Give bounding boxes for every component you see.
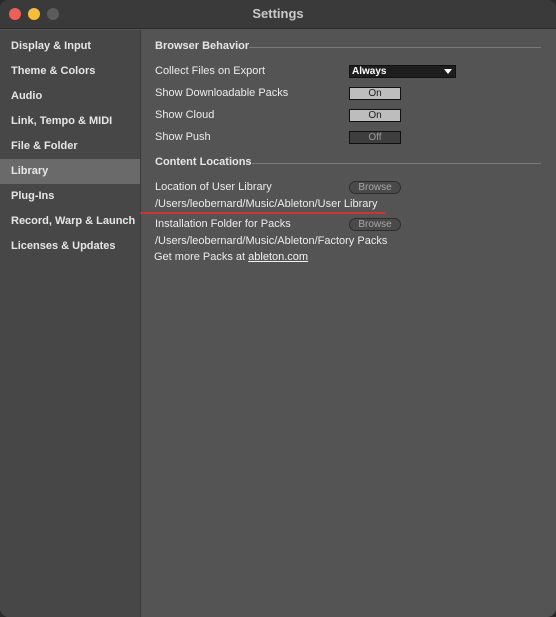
title-bar: Settings xyxy=(0,0,556,29)
collect-files-dropdown[interactable]: Always xyxy=(349,65,456,78)
user-library-path: /Users/leobernard/Music/Ableton/User Lib… xyxy=(155,198,378,210)
sidebar-item-library[interactable]: Library xyxy=(0,159,140,184)
sidebar-item-audio[interactable]: Audio xyxy=(0,84,140,109)
sidebar-item-licenses-updates[interactable]: Licenses & Updates xyxy=(0,234,140,259)
show-push-toggle[interactable]: Off xyxy=(349,131,401,144)
show-cloud-toggle[interactable]: On xyxy=(349,109,401,122)
window-title: Settings xyxy=(252,6,304,21)
browse-user-library-button[interactable]: Browse xyxy=(349,181,401,194)
section-divider xyxy=(249,47,541,48)
section-divider xyxy=(252,163,541,164)
user-library-label: Location of User Library xyxy=(155,181,272,193)
settings-window: Settings Display & Input Theme & Colors … xyxy=(0,0,556,617)
annotation-underline xyxy=(140,212,386,214)
sidebar-item-theme-colors[interactable]: Theme & Colors xyxy=(0,59,140,84)
show-cloud-label: Show Cloud xyxy=(155,109,215,121)
show-downloadable-packs-toggle[interactable]: On xyxy=(349,87,401,100)
sidebar-item-plug-ins[interactable]: Plug-Ins xyxy=(0,184,140,209)
get-more-packs-text: Get more Packs at ableton.com xyxy=(154,251,308,263)
section-heading-browser-behavior: Browser Behavior xyxy=(155,40,250,52)
sidebar: Display & Input Theme & Colors Audio Lin… xyxy=(0,30,141,617)
library-settings-panel: Browser Behavior Collect Files on Export… xyxy=(141,30,556,617)
packs-folder-label: Installation Folder for Packs xyxy=(155,218,291,230)
get-more-packs-prefix: Get more Packs at xyxy=(154,251,249,263)
show-push-label: Show Push xyxy=(155,131,211,143)
ableton-link[interactable]: ableton.com xyxy=(248,251,308,263)
section-heading-content-locations: Content Locations xyxy=(155,156,252,168)
collect-files-value: Always xyxy=(352,66,387,77)
collect-files-label: Collect Files on Export xyxy=(155,65,266,77)
sidebar-item-file-folder[interactable]: File & Folder xyxy=(0,134,140,159)
sidebar-item-record-warp-launch[interactable]: Record, Warp & Launch xyxy=(0,209,140,234)
browse-packs-folder-button[interactable]: Browse xyxy=(349,218,401,231)
sidebar-item-link-tempo-midi[interactable]: Link, Tempo & MIDI xyxy=(0,109,140,134)
packs-folder-path: /Users/leobernard/Music/Ableton/Factory … xyxy=(155,235,388,247)
chevron-down-icon xyxy=(444,69,452,74)
show-downloadable-packs-label: Show Downloadable Packs xyxy=(155,87,289,99)
sidebar-item-display-input[interactable]: Display & Input xyxy=(0,34,140,59)
